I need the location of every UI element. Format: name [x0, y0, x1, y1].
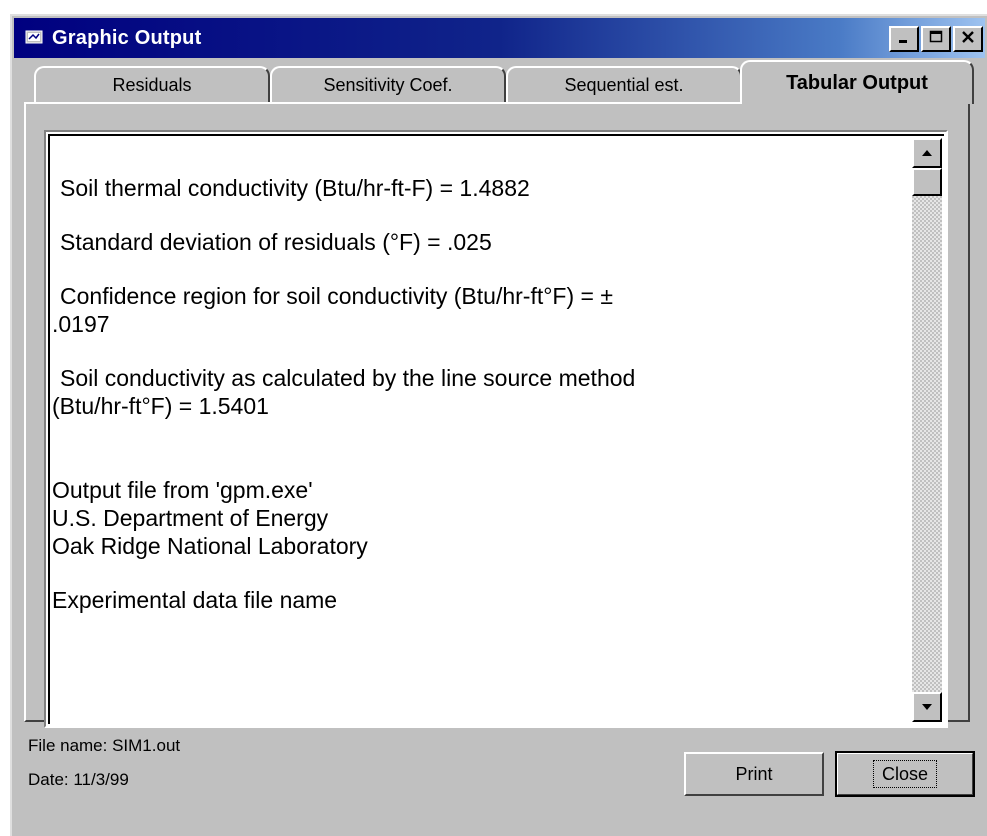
minimize-button[interactable]: [889, 26, 919, 52]
textbox-viewport: Soil thermal conductivity (Btu/hr-ft-F) …: [48, 134, 944, 724]
tab-tabular-output[interactable]: Tabular Output: [740, 60, 974, 104]
output-text: Soil thermal conductivity (Btu/hr-ft-F) …: [52, 174, 908, 614]
window-title: Graphic Output: [52, 26, 202, 49]
output-line: Soil thermal conductivity (Btu/hr-ft-F) …: [60, 175, 530, 201]
print-button[interactable]: Print: [684, 752, 824, 796]
output-line: Output file from 'gpm.exe': [52, 477, 313, 503]
maximize-button[interactable]: [921, 26, 951, 52]
output-line: (Btu/hr-ft°F) = 1.5401: [52, 393, 269, 419]
scroll-up-button[interactable]: [912, 138, 942, 168]
date-label: Date: 11/3/99: [28, 770, 129, 789]
maximize-icon: [929, 30, 943, 49]
output-line: Standard deviation of residuals (°F) = .…: [60, 229, 492, 255]
tab-label: Sensitivity Coef.: [323, 74, 453, 95]
tab-residuals[interactable]: Residuals: [34, 66, 270, 102]
tab-sensitivity-coef[interactable]: Sensitivity Coef.: [270, 66, 506, 102]
minimize-icon: [897, 30, 911, 49]
close-icon: [961, 30, 975, 49]
scroll-down-button[interactable]: [912, 692, 942, 722]
scroll-down-arrow-icon: [921, 698, 933, 716]
close-button[interactable]: [953, 26, 983, 52]
output-line: Confidence region for soil conductivity …: [60, 283, 613, 309]
output-line: U.S. Department of Energy: [52, 505, 329, 531]
window-app-icon[interactable]: [24, 28, 46, 48]
output-line: Oak Ridge National Laboratory: [52, 533, 368, 559]
title-bar[interactable]: Graphic Output: [14, 18, 985, 58]
tab-label: Residuals: [112, 74, 192, 95]
output-line: Soil conductivity as calculated by the l…: [60, 365, 636, 391]
file-name-label: File name: SIM1.out: [28, 736, 181, 755]
tab-sequential-est[interactable]: Sequential est.: [506, 66, 742, 102]
tab-label: Sequential est.: [564, 74, 684, 95]
tab-label: Tabular Output: [786, 71, 928, 94]
close-button-label: Close: [872, 760, 938, 788]
vertical-scrollbar[interactable]: [912, 138, 942, 722]
tabular-output-textbox[interactable]: Soil thermal conductivity (Btu/hr-ft-F) …: [44, 130, 948, 728]
scroll-thumb[interactable]: [912, 168, 942, 196]
output-line: .0197: [52, 311, 110, 337]
close-window-button[interactable]: Close: [835, 751, 975, 797]
print-button-label: Print: [735, 763, 773, 784]
output-line: Experimental data file name: [52, 587, 338, 613]
scroll-up-arrow-icon: [921, 144, 933, 162]
